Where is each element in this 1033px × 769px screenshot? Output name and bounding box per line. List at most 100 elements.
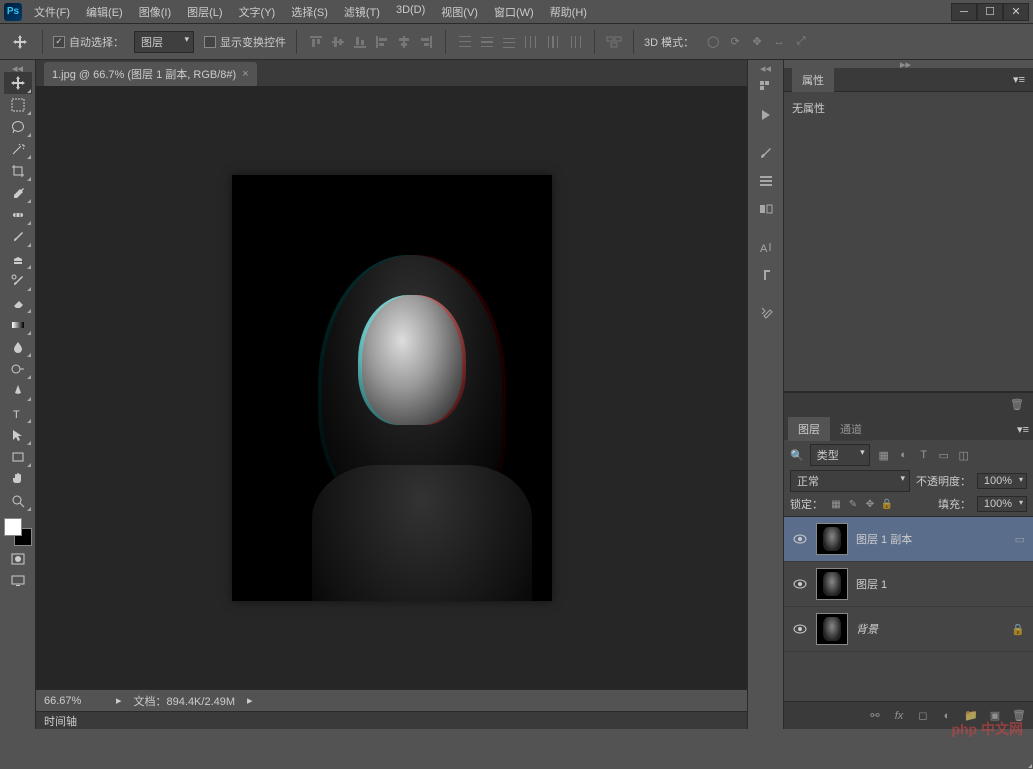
blend-mode-dropdown[interactable]: 正常 — [790, 470, 910, 492]
brush-presets-panel-icon[interactable] — [752, 168, 780, 194]
layer-name[interactable]: 图层 1 副本 — [856, 531, 1007, 547]
trash-icon[interactable]: 🗑 — [1009, 397, 1025, 413]
properties-tab[interactable]: 属性 — [792, 68, 834, 92]
layer-name[interactable]: 图层 1 — [856, 576, 1025, 592]
toolbox-collapse-handle[interactable]: ◂◂ — [0, 64, 35, 72]
healing-brush-tool[interactable] — [4, 204, 32, 226]
menu-filter[interactable]: 滤镜(T) — [338, 2, 386, 22]
menu-edit[interactable]: 编辑(E) — [80, 2, 129, 22]
status-arrow-icon[interactable]: ▸ — [247, 694, 253, 707]
tool-presets-panel-icon[interactable] — [752, 300, 780, 326]
3d-scale-icon[interactable]: ⤢ — [792, 33, 810, 51]
distribute-bottom-icon[interactable] — [500, 33, 518, 51]
minimize-button[interactable]: ─ — [951, 3, 977, 21]
align-vcenter-icon[interactable] — [329, 33, 347, 51]
layer-row[interactable]: 背景 🔒 — [784, 607, 1033, 652]
layer-thumbnail[interactable] — [816, 523, 848, 555]
visibility-toggle[interactable] — [792, 576, 808, 592]
filter-image-icon[interactable]: ▦ — [876, 447, 892, 463]
filter-adjustment-icon[interactable]: ◐ — [896, 447, 912, 463]
3d-pan-icon[interactable]: ✥ — [748, 33, 766, 51]
link-layers-icon[interactable]: ⚯ — [867, 708, 883, 724]
eraser-tool[interactable] — [4, 292, 32, 314]
distribute-vcenter-icon[interactable] — [478, 33, 496, 51]
rectangle-tool[interactable] — [4, 446, 32, 468]
show-transform-toggle[interactable]: 显示变换控件 — [204, 34, 286, 50]
document-tab[interactable]: 1.jpg @ 66.7% (图层 1 副本, RGB/8#) × — [44, 62, 257, 86]
menu-type[interactable]: 文字(Y) — [233, 2, 282, 22]
layer-thumbnail[interactable] — [816, 568, 848, 600]
blur-tool[interactable] — [4, 336, 32, 358]
move-tool-icon[interactable] — [8, 30, 32, 54]
lock-pixels-icon[interactable]: ✎ — [846, 497, 860, 511]
zoom-tool[interactable] — [4, 490, 32, 512]
pen-tool[interactable] — [4, 380, 32, 402]
3d-roll-icon[interactable]: ⟳ — [726, 33, 744, 51]
marquee-tool[interactable] — [4, 94, 32, 116]
canvas-viewport[interactable] — [36, 86, 747, 689]
filter-smartobject-icon[interactable]: ◫ — [956, 447, 972, 463]
hand-tool[interactable] — [4, 468, 32, 490]
visibility-toggle[interactable] — [792, 621, 808, 637]
auto-select-toggle[interactable]: 自动选择： — [53, 34, 124, 50]
maximize-button[interactable]: ☐ — [977, 3, 1003, 21]
align-right-icon[interactable] — [417, 33, 435, 51]
align-left-icon[interactable] — [373, 33, 391, 51]
filter-shape-icon[interactable]: ▭ — [936, 447, 952, 463]
3d-orbit-icon[interactable]: ◯ — [704, 33, 722, 51]
tab-close-icon[interactable]: × — [242, 68, 248, 80]
menu-window[interactable]: 窗口(W) — [488, 2, 540, 22]
type-tool[interactable]: T — [4, 402, 32, 424]
zoom-level[interactable]: 66.67% — [44, 695, 104, 707]
channels-tab[interactable]: 通道 — [830, 417, 872, 441]
lock-transparency-icon[interactable]: ▦ — [829, 497, 843, 511]
layer-row[interactable]: 图层 1 副本 ▭ — [784, 517, 1033, 562]
lasso-tool[interactable] — [4, 116, 32, 138]
layer-name[interactable]: 背景 — [856, 621, 1003, 637]
clone-source-panel-icon[interactable] — [752, 196, 780, 222]
lock-position-icon[interactable]: ✥ — [863, 497, 877, 511]
eyedropper-tool[interactable] — [4, 182, 32, 204]
menu-help[interactable]: 帮助(H) — [544, 2, 593, 22]
menu-image[interactable]: 图像(I) — [133, 2, 177, 22]
auto-select-dropdown[interactable]: 图层 — [134, 31, 194, 53]
move-tool[interactable] — [4, 72, 32, 94]
distribute-right-icon[interactable] — [566, 33, 584, 51]
dodge-tool[interactable] — [4, 358, 32, 380]
menu-3d[interactable]: 3D(D) — [390, 2, 431, 22]
actions-panel-icon[interactable] — [752, 102, 780, 128]
history-brush-tool[interactable] — [4, 270, 32, 292]
layer-mask-icon[interactable]: ◻ — [915, 708, 931, 724]
screen-mode-toggle[interactable] — [8, 572, 28, 590]
brush-panel-icon[interactable] — [752, 140, 780, 166]
visibility-toggle[interactable] — [792, 531, 808, 547]
quick-mask-toggle[interactable] — [8, 550, 28, 568]
layer-thumbnail[interactable] — [816, 613, 848, 645]
distribute-hcenter-icon[interactable] — [544, 33, 562, 51]
panel-collapse-handle[interactable]: ◂◂ — [748, 64, 783, 72]
magic-wand-tool[interactable] — [4, 138, 32, 160]
distribute-top-icon[interactable] — [456, 33, 474, 51]
paragraph-panel-icon[interactable] — [752, 262, 780, 288]
menu-layer[interactable]: 图层(L) — [181, 2, 228, 22]
fill-input[interactable]: 100% — [977, 496, 1027, 512]
layers-tab[interactable]: 图层 — [788, 417, 830, 441]
character-panel-icon[interactable]: A — [752, 234, 780, 260]
panel-menu-icon[interactable]: ▾≡ — [1013, 419, 1033, 440]
foreground-color[interactable] — [4, 518, 22, 536]
layer-kind-dropdown[interactable]: 类型 — [810, 444, 870, 466]
histogram-panel-icon[interactable] — [752, 74, 780, 100]
align-top-icon[interactable] — [307, 33, 325, 51]
panel-menu-icon[interactable]: ▾≡ — [1013, 73, 1025, 86]
clone-stamp-tool[interactable] — [4, 248, 32, 270]
path-selection-tool[interactable] — [4, 424, 32, 446]
lock-all-icon[interactable]: 🔒 — [880, 497, 894, 511]
canvas[interactable] — [232, 175, 552, 601]
timeline-panel-tab[interactable]: 时间轴 — [36, 711, 747, 729]
menu-view[interactable]: 视图(V) — [435, 2, 484, 22]
opacity-input[interactable]: 100% — [977, 473, 1027, 489]
filter-type-icon[interactable]: T — [916, 447, 932, 463]
menu-file[interactable]: 文件(F) — [28, 2, 76, 22]
brush-tool[interactable] — [4, 226, 32, 248]
auto-align-icon[interactable] — [605, 33, 623, 51]
